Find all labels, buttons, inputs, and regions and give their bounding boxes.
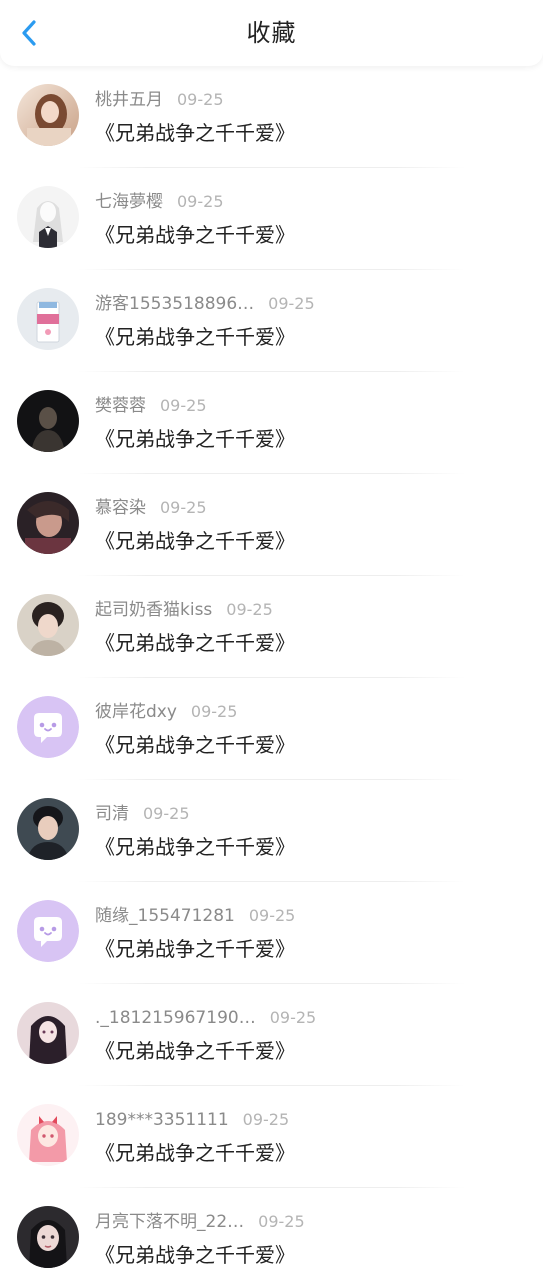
avatar[interactable] — [17, 390, 79, 452]
date: 09-25 — [160, 498, 207, 517]
list-item[interactable]: 樊蓉蓉 09-25 《兄弟战争之千千爱》 — [0, 372, 543, 474]
item-meta: 七海夢樱 09-25 — [95, 191, 224, 213]
item-meta: 随缘_155471281 09-25 — [95, 905, 295, 927]
list-item[interactable]: 司清 09-25 《兄弟战争之千千爱》 — [0, 780, 543, 882]
book-title[interactable]: 《兄弟战争之千千爱》 — [95, 730, 295, 760]
list-item[interactable]: 189***3351111 09-25 《兄弟战争之千千爱》 — [0, 1086, 543, 1188]
book-title[interactable]: 《兄弟战争之千千爱》 — [95, 1240, 295, 1270]
date: 09-25 — [258, 1212, 305, 1231]
item-meta: 慕容染 09-25 — [95, 497, 207, 519]
favorites-page: 收藏 桃井五月 09-25 《兄弟战争之千千爱》 七海夢樱 09-25 《兄弟战… — [0, 0, 543, 1280]
favorites-list: 桃井五月 09-25 《兄弟战争之千千爱》 七海夢樱 09-25 《兄弟战争之千千爱… — [0, 66, 543, 1280]
date: 09-25 — [248, 906, 296, 925]
book-title[interactable]: 《兄弟战争之千千爱》 — [95, 628, 295, 658]
avatar[interactable] — [17, 594, 79, 656]
username[interactable]: 樊蓉蓉 — [95, 396, 146, 416]
top-bar: 收藏 — [0, 0, 543, 66]
username[interactable]: 游客1553518896… — [95, 294, 254, 314]
username[interactable]: 七海夢樱 — [95, 192, 163, 212]
date: 09-25 — [177, 90, 224, 109]
username[interactable]: 彼岸花dxy — [95, 702, 177, 722]
list-item[interactable]: ._181215967190… 09-25 《兄弟战争之千千爱》 — [0, 984, 543, 1086]
item-meta: 起司奶香猫kiss 09-25 — [95, 599, 273, 621]
book-title[interactable]: 《兄弟战争之千千爱》 — [95, 526, 295, 556]
date: 09-25 — [269, 1008, 317, 1027]
item-meta: 樊蓉蓉 09-25 — [95, 395, 207, 417]
book-title[interactable]: 《兄弟战争之千千爱》 — [95, 832, 295, 862]
date: 09-25 — [190, 702, 238, 721]
page-title: 收藏 — [246, 19, 297, 47]
list-item[interactable]: 七海夢樱 09-25 《兄弟战争之千千爱》 — [0, 168, 543, 270]
book-title[interactable]: 《兄弟战争之千千爱》 — [95, 118, 295, 148]
avatar[interactable] — [17, 900, 79, 962]
avatar[interactable] — [17, 492, 79, 554]
avatar[interactable] — [17, 696, 79, 758]
book-title[interactable]: 《兄弟战争之千千爱》 — [95, 220, 295, 250]
avatar[interactable] — [17, 798, 79, 860]
item-meta: 桃井五月 09-25 — [95, 89, 224, 111]
avatar[interactable] — [17, 84, 79, 146]
list-item[interactable]: 月亮下落不明_22… 09-25 《兄弟战争之千千爱》 — [0, 1188, 543, 1280]
book-title[interactable]: 《兄弟战争之千千爱》 — [95, 934, 295, 964]
username[interactable]: 桃井五月 — [95, 90, 163, 110]
item-meta: 彼岸花dxy 09-25 — [95, 701, 237, 723]
chat-bubble-icon — [17, 696, 79, 758]
list-item[interactable]: 彼岸花dxy 09-25 《兄弟战争之千千爱》 — [0, 678, 543, 780]
username[interactable]: 慕容染 — [95, 498, 146, 518]
book-title[interactable]: 《兄弟战争之千千爱》 — [95, 322, 295, 352]
date: 09-25 — [226, 600, 273, 619]
item-meta: 月亮下落不明_22… 09-25 — [95, 1211, 305, 1233]
username[interactable]: 189***3351111 — [95, 1110, 229, 1130]
chat-bubble-icon — [17, 900, 79, 962]
list-item[interactable]: 游客1553518896… 09-25 《兄弟战争之千千爱》 — [0, 270, 543, 372]
avatar[interactable] — [17, 288, 79, 350]
date: 09-25 — [160, 396, 207, 415]
item-meta: 游客1553518896… 09-25 — [95, 293, 315, 315]
date: 09-25 — [177, 192, 224, 211]
date: 09-25 — [242, 1110, 290, 1129]
book-title[interactable]: 《兄弟战争之千千爱》 — [95, 1138, 295, 1168]
date: 09-25 — [143, 804, 190, 823]
avatar[interactable] — [17, 186, 79, 248]
item-meta: ._181215967190… 09-25 — [95, 1007, 316, 1029]
username[interactable]: ._181215967190… — [95, 1008, 256, 1028]
username[interactable]: 司清 — [95, 804, 129, 824]
item-meta: 189***3351111 09-25 — [95, 1109, 289, 1131]
list-item[interactable]: 随缘_155471281 09-25 《兄弟战争之千千爱》 — [0, 882, 543, 984]
avatar[interactable] — [17, 1002, 79, 1064]
username[interactable]: 起司奶香猫kiss — [95, 600, 212, 620]
book-title[interactable]: 《兄弟战争之千千爱》 — [95, 1036, 295, 1066]
date: 09-25 — [268, 294, 315, 313]
book-title[interactable]: 《兄弟战争之千千爱》 — [95, 424, 295, 454]
list-item[interactable]: 慕容染 09-25 《兄弟战争之千千爱》 — [0, 474, 543, 576]
avatar[interactable] — [17, 1206, 79, 1268]
list-item[interactable]: 起司奶香猫kiss 09-25 《兄弟战争之千千爱》 — [0, 576, 543, 678]
username[interactable]: 随缘_155471281 — [95, 906, 235, 926]
username[interactable]: 月亮下落不明_22… — [95, 1212, 244, 1232]
item-meta: 司清 09-25 — [95, 803, 190, 825]
avatar[interactable] — [17, 1104, 79, 1166]
list-item[interactable]: 桃井五月 09-25 《兄弟战争之千千爱》 — [0, 66, 543, 168]
